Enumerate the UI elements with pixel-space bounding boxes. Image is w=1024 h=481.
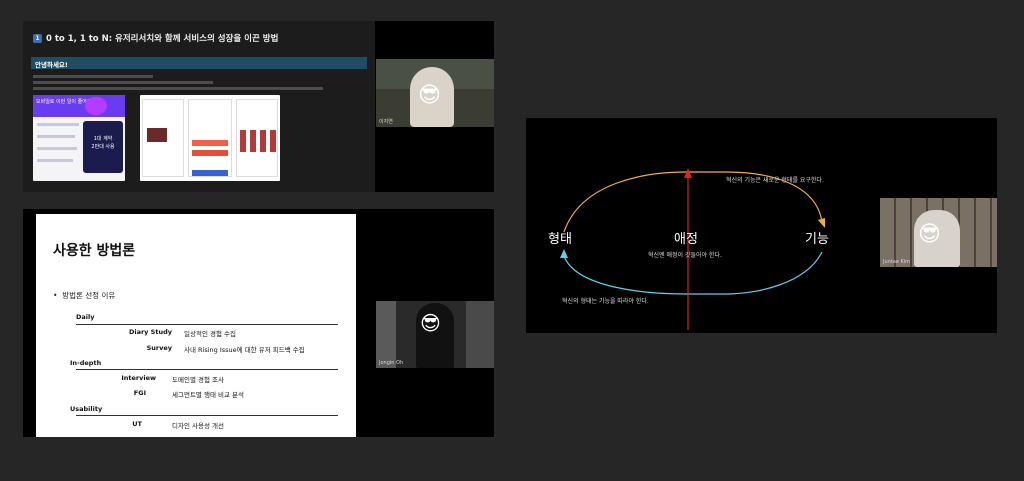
slide-bullet: • 방법론 선정 이유 <box>53 291 116 300</box>
doc-title-text: 0 to 1, 1 to N: 유저리서치와 함께 서비스의 성장을 이끈 방법 <box>46 34 279 44</box>
camera-feed-participant-3: 😎 Juntae Kim <box>880 198 997 267</box>
camera-feed-participant-2: 😎 Jongin Oh <box>376 301 494 368</box>
video-tile-shared-slide[interactable]: 사용한 방법론 • 방법론 선정 이유 Daily Diary Study 일상… <box>23 209 494 437</box>
text-line <box>37 135 75 138</box>
bottom-caption: 혁신의 형태는 기능을 따라야 한다. <box>562 298 649 305</box>
doc-banner: 안녕하세요! <box>31 57 367 69</box>
method-desc: 사내 Rising Issue에 대한 유저 피드백 수집 <box>184 346 305 354</box>
app-screen <box>188 99 232 177</box>
promo-text: 모바일로 이런 일이 줄어요 <box>33 95 125 117</box>
text-line <box>37 147 77 150</box>
top-caption: 혁신의 기능은 새로운 형태를 요구한다. <box>726 177 824 184</box>
screenshot-thumbnail-promo: 모바일로 이런 일이 줄어요 1대 계약 2만대 사용 <box>33 95 125 181</box>
text-line <box>33 87 323 90</box>
method-diary-study: Diary Study <box>128 328 172 336</box>
method-desc: 디자인 사용성 개선 <box>172 422 224 430</box>
method-interview: Interview <box>121 374 156 382</box>
text-line <box>33 75 153 78</box>
bottom-arc-arrowhead <box>560 249 568 258</box>
text-line <box>33 81 213 84</box>
screen-share-slide: 사용한 방법론 • 방법론 선정 이유 Daily Diary Study 일상… <box>36 214 356 437</box>
participant-name: 이지연 <box>379 119 393 125</box>
camera-feed-participant-1: 😎 이지연 <box>376 59 494 127</box>
video-tile-shared-diagram[interactable]: 형태 애정 기능 혁신의 기능은 새로운 형태를 요구한다. 혁신엔 애정이 깃… <box>526 118 997 333</box>
section-label-in-depth: In-depth <box>70 359 102 367</box>
section-label-daily: Daily <box>76 313 95 321</box>
app-button <box>192 170 228 176</box>
section-label-usability: Usability <box>70 405 103 413</box>
top-arc-arrowhead <box>818 218 825 228</box>
infinity-logo <box>85 97 107 115</box>
slide-heading: 사용한 방법론 <box>53 243 136 259</box>
screen-share-notion: 1 0 to 1, 1 to N: 유저리서치와 함께 서비스의 성장을 이끈 방… <box>23 21 375 192</box>
sunglasses-emoji-icon: 😎 <box>418 83 441 108</box>
doc-title: 1 0 to 1, 1 to N: 유저리서치와 함께 서비스의 성장을 이끈 방… <box>33 32 278 44</box>
method-desc: 세그먼트별 행태 비교 분석 <box>172 391 244 399</box>
promo-badge-1: 1대 계약 <box>93 136 113 142</box>
participant-name: Jongin Oh <box>379 360 404 366</box>
app-button <box>192 140 228 146</box>
divider <box>76 324 338 325</box>
screen-share-diagram: 형태 애정 기능 혁신의 기능은 새로운 형태를 요구한다. 혁신엔 애정이 깃… <box>526 128 876 333</box>
divider <box>76 415 338 416</box>
screenshot-thumbnail-app <box>140 95 280 181</box>
method-fgi: FGI <box>133 389 146 397</box>
divider <box>76 369 338 370</box>
text-line <box>37 123 79 126</box>
diagram-word-form: 형태 <box>548 232 572 247</box>
method-desc: 일상적인 경험 수집 <box>184 330 236 338</box>
product-grid <box>240 130 276 152</box>
center-caption: 혁신엔 애정이 깃들어야 한다. <box>648 252 722 259</box>
participant-name: Juntae Kim <box>883 259 911 265</box>
app-button <box>192 150 228 156</box>
sunglasses-emoji-icon: 😎 <box>918 222 941 247</box>
method-survey: Survey <box>146 344 172 352</box>
promo-badge-2: 2만대 사용 <box>91 144 115 150</box>
product-image <box>147 128 167 142</box>
video-tile-shared-doc[interactable]: 1 0 to 1, 1 to N: 유저리서치와 함께 서비스의 성장을 이끈 방… <box>23 21 494 192</box>
method-desc: 도메인별 경험 조사 <box>172 376 224 384</box>
app-screen <box>142 99 184 177</box>
vertical-arrowhead <box>684 168 692 178</box>
sunglasses-emoji-icon: 😎 <box>420 311 441 335</box>
text-line <box>37 159 73 162</box>
diagram-word-affection: 애정 <box>674 232 698 247</box>
app-screen <box>236 99 278 177</box>
slide-bullet-text: 방법론 선정 이유 <box>62 291 116 300</box>
number-badge: 1 <box>33 34 42 43</box>
method-ut: UT <box>132 420 142 428</box>
diagram-word-function: 기능 <box>805 232 829 247</box>
phone-mockup: 1대 계약 2만대 사용 <box>83 121 123 173</box>
